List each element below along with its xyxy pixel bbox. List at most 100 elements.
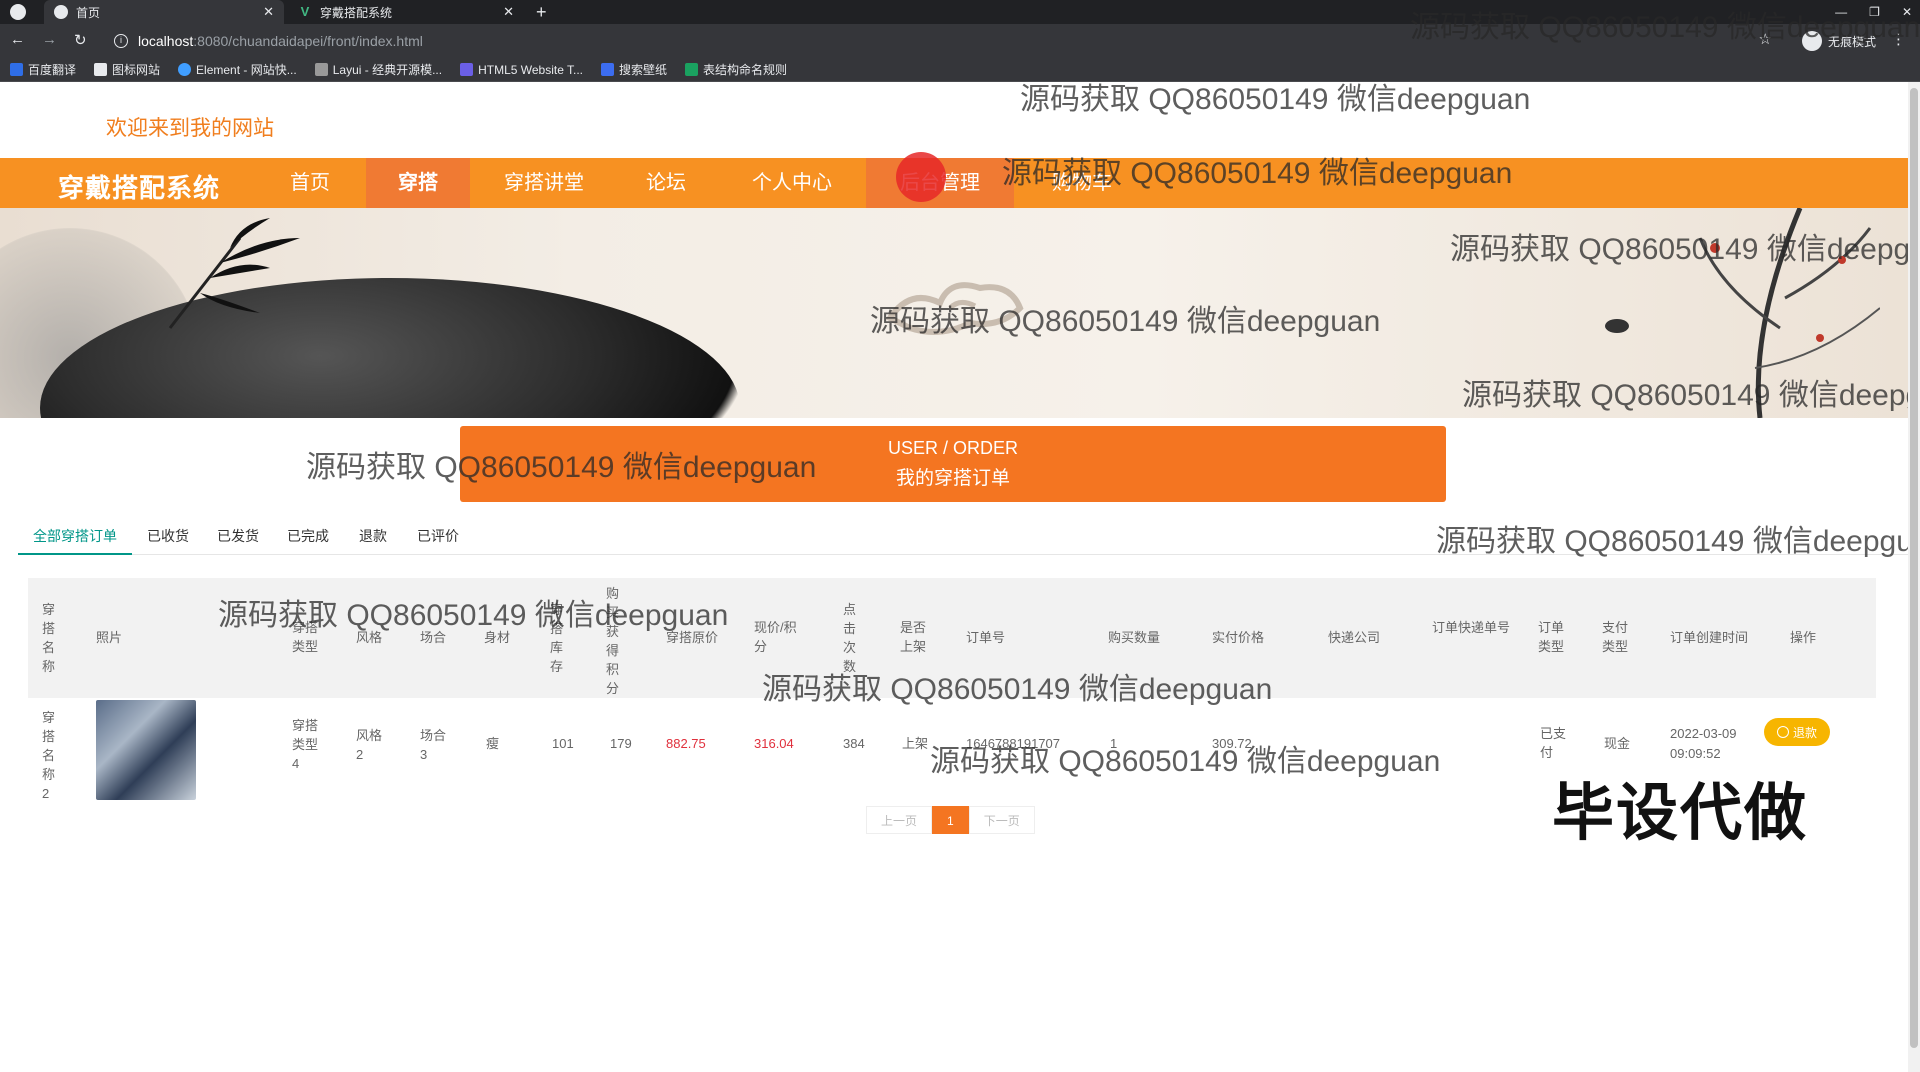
- nav-personal-center[interactable]: 个人中心: [730, 158, 854, 208]
- tab-completed[interactable]: 已完成: [278, 518, 338, 555]
- browser-menu-icon[interactable]: [10, 4, 26, 20]
- bookmark-label: 百度翻译: [28, 63, 77, 77]
- browser-tab-system[interactable]: V 穿戴搭配系统 ✕: [288, 0, 524, 24]
- cell-orig-price: 882.75: [666, 736, 706, 751]
- browser-menu-kebab-icon[interactable]: ⋮: [1891, 30, 1906, 48]
- col-header-orig-price: 穿搭原价: [666, 630, 719, 645]
- plum-tree-decoration: [1605, 208, 1880, 418]
- close-window-icon[interactable]: ✕: [1902, 5, 1912, 19]
- bookmarks-bar: 百度翻译 图标网站 Element - 网站快... Layui - 经典开源模…: [0, 58, 1920, 82]
- refund-button[interactable]: 退款: [1764, 718, 1830, 746]
- restore-icon[interactable]: ❐: [1869, 5, 1880, 19]
- window-controls: — ❐ ✕: [1835, 0, 1912, 24]
- cloud-decoration: [885, 282, 1024, 335]
- bamboo-leaves-decoration: [168, 218, 300, 329]
- back-icon[interactable]: ←: [10, 31, 25, 48]
- nav-outfits[interactable]: 穿搭: [366, 158, 470, 208]
- bookmark-label: 搜索壁纸: [619, 63, 668, 77]
- tab-received[interactable]: 已收货: [138, 518, 198, 555]
- bookmark-item[interactable]: Layui - 经典开源模...: [314, 61, 442, 78]
- next-page-button[interactable]: 下一页: [968, 806, 1035, 834]
- translate-icon: [10, 63, 23, 76]
- element-icon: [178, 63, 192, 76]
- url-path: :8080/chuandaidapei/front/index.html: [193, 33, 423, 49]
- bookmark-star-icon[interactable]: ☆: [1759, 30, 1772, 48]
- main-navbar: 穿戴搭配系统 首页 穿搭 穿搭讲堂 论坛 个人中心 后台管理 购物车: [0, 158, 1908, 208]
- incognito-label: 无痕模式: [1827, 34, 1876, 49]
- page-1-button[interactable]: 1: [932, 806, 969, 834]
- col-header-type: 穿搭类型: [292, 620, 319, 654]
- col-header-tracking: 订单快递单号: [1432, 620, 1511, 635]
- nav-cart[interactable]: 购物车: [1030, 158, 1134, 208]
- bookmark-item[interactable]: 图标网站: [94, 61, 160, 78]
- pagination: 上一页 1 下一页: [866, 806, 1035, 834]
- nav-outfit-lectures[interactable]: 穿搭讲堂: [482, 158, 606, 208]
- bookmark-label: 表结构命名规则: [703, 63, 788, 77]
- bookmark-label: HTML5 Website T...: [478, 62, 584, 77]
- tab-reviewed[interactable]: 已评价: [408, 518, 468, 555]
- orders-table-header: 穿搭名称 照片 穿搭类型 风格 场合 身材 穿搭库存 购买获得积分 穿搭原价 现…: [28, 578, 1876, 698]
- col-header-points: 购买获得积分: [606, 586, 620, 696]
- bookmark-item[interactable]: Element - 网站快...: [178, 61, 297, 78]
- refund-label: 退款: [1792, 725, 1817, 740]
- page-scrollbar[interactable]: [1908, 82, 1920, 1072]
- cell-order-no: 1646788191707: [966, 736, 1060, 751]
- col-header-price: 现价/积分: [754, 620, 797, 654]
- cell-clicks: 384: [843, 736, 865, 751]
- tab-title: 首页: [76, 5, 101, 20]
- tab-all-orders[interactable]: 全部穿搭订单: [18, 518, 132, 555]
- sheet-icon: [685, 63, 699, 76]
- cell-created-date: 2022-03-09: [1670, 726, 1737, 741]
- bookmark-label: 图标网站: [112, 63, 161, 77]
- address-bar: ← → ↻ i localhost:8080/chuandaidapei/fro…: [0, 24, 1920, 58]
- cell-figure: 瘦: [486, 736, 500, 751]
- browser-tab-home[interactable]: 首页 ✕: [44, 0, 284, 24]
- cell-shelf: 上架: [902, 736, 929, 751]
- page-heading-box: USER / ORDER 我的穿搭订单: [460, 426, 1446, 502]
- col-header-order-type: 订单类型: [1538, 620, 1565, 654]
- outfit-photo[interactable]: [96, 700, 196, 800]
- new-tab-button[interactable]: +: [536, 0, 547, 24]
- scrollbar-thumb[interactable]: [1910, 88, 1918, 1048]
- bookmark-item[interactable]: 搜索壁纸: [601, 61, 667, 78]
- reload-icon[interactable]: ↻: [74, 31, 87, 49]
- cell-price: 316.04: [754, 736, 794, 751]
- col-header-created: 订单创建时间: [1670, 630, 1749, 645]
- col-header-action: 操作: [1790, 630, 1817, 645]
- forward-icon[interactable]: →: [42, 31, 57, 48]
- url-field[interactable]: localhost:8080/chuandaidapei/front/index…: [138, 29, 423, 53]
- nav-forum[interactable]: 论坛: [616, 158, 716, 208]
- close-tab-icon[interactable]: ✕: [263, 4, 274, 20]
- globe-icon: [54, 5, 68, 19]
- cell-stock: 101: [552, 736, 574, 751]
- bookmark-item[interactable]: 百度翻译: [10, 61, 76, 78]
- cell-occasion: 场合3: [420, 728, 447, 762]
- col-header-pay-type: 支付类型: [1602, 620, 1629, 654]
- heading-chinese: 我的穿搭订单: [895, 468, 1010, 489]
- col-header-photo: 照片: [96, 630, 123, 645]
- site-info-icon[interactable]: i: [114, 34, 128, 48]
- tab-shipped[interactable]: 已发货: [208, 518, 268, 555]
- col-header-paid: 实付价格: [1212, 630, 1265, 645]
- banner-image: [0, 208, 1908, 418]
- cell-paid: 309.72: [1212, 736, 1252, 751]
- close-tab-icon[interactable]: ✕: [503, 4, 514, 20]
- mouse-cursor-highlight: [896, 152, 946, 202]
- cell-qty: 1: [1110, 736, 1118, 751]
- cell-pay-type: 现金: [1604, 736, 1631, 751]
- col-header-clicks: 点击次数: [843, 602, 857, 674]
- flag-icon: [94, 63, 108, 76]
- layui-icon: [314, 63, 328, 76]
- nav-home[interactable]: 首页: [258, 158, 362, 208]
- url-host: localhost: [138, 33, 194, 49]
- bookmark-item[interactable]: 表结构命名规则: [685, 61, 787, 78]
- incognito-indicator[interactable]: 无痕模式: [1801, 31, 1876, 51]
- tab-refund[interactable]: 退款: [348, 518, 398, 555]
- prev-page-button[interactable]: 上一页: [866, 806, 933, 834]
- welcome-text: 欢迎来到我的网站: [106, 117, 274, 140]
- minimize-icon[interactable]: —: [1835, 5, 1847, 19]
- site-brand[interactable]: 穿戴搭配系统: [58, 168, 220, 205]
- col-header-shelf: 是否上架: [900, 620, 927, 654]
- bookmark-item[interactable]: HTML5 Website T...: [460, 63, 583, 77]
- cell-created-time: 09:09:52: [1670, 746, 1721, 761]
